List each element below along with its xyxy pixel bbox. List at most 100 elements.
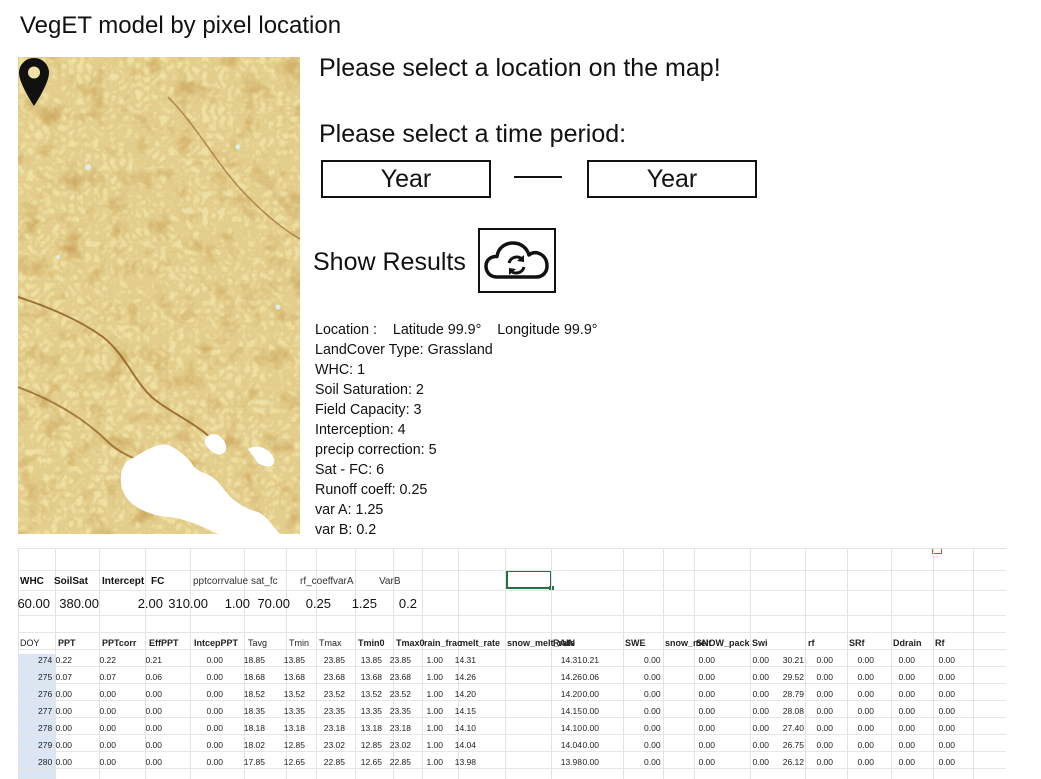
table-cell[interactable]: 0.00 bbox=[735, 723, 769, 733]
table-cell[interactable]: 1.00 bbox=[409, 689, 443, 699]
map-pin-icon[interactable] bbox=[18, 57, 50, 107]
table-cell[interactable]: 14.15 bbox=[442, 706, 476, 716]
table-cell[interactable]: 0.00 bbox=[799, 757, 833, 767]
table-cell[interactable]: 0.00 bbox=[840, 672, 874, 682]
table-cell[interactable]: 0.00 bbox=[189, 706, 223, 716]
table-cell[interactable]: 0.00 bbox=[565, 689, 599, 699]
table-cell[interactable]: 0.00 bbox=[681, 706, 715, 716]
table-cell[interactable]: 1.00 bbox=[409, 672, 443, 682]
table-cell[interactable]: 0.00 bbox=[735, 689, 769, 699]
column-header[interactable]: DOY bbox=[20, 638, 40, 648]
table-cell[interactable]: 18.68 bbox=[231, 672, 265, 682]
table-cell[interactable]: 0.00 bbox=[681, 672, 715, 682]
column-header[interactable]: PPTcorr bbox=[102, 638, 136, 648]
table-cell[interactable]: 23.85 bbox=[377, 655, 411, 665]
table-cell[interactable]: 0.00 bbox=[799, 740, 833, 750]
year-from-input[interactable]: Year bbox=[321, 160, 491, 198]
table-cell[interactable]: 0.00 bbox=[921, 723, 955, 733]
column-header[interactable]: melt_rate bbox=[460, 638, 500, 648]
table-cell[interactable]: 1.00 bbox=[409, 706, 443, 716]
table-cell[interactable]: 0.00 bbox=[128, 723, 162, 733]
table-cell[interactable]: 0.06 bbox=[128, 672, 162, 682]
table-cell[interactable]: 0.00 bbox=[840, 757, 874, 767]
column-header[interactable]: SNOW_pack bbox=[696, 638, 750, 648]
year-to-input[interactable]: Year bbox=[587, 160, 757, 198]
table-cell[interactable]: 0.00 bbox=[644, 655, 662, 665]
table-cell[interactable]: 0.00 bbox=[128, 689, 162, 699]
table-cell[interactable]: 0.00 bbox=[840, 740, 874, 750]
param-header[interactable]: WHC bbox=[20, 576, 44, 587]
table-cell[interactable]: 0.00 bbox=[735, 672, 769, 682]
table-cell[interactable]: 0.00 bbox=[644, 757, 662, 767]
param-header[interactable]: pptcorrvalue bbox=[193, 576, 248, 587]
table-cell[interactable]: 1.00 bbox=[409, 757, 443, 767]
table-cell[interactable]: 0.00 bbox=[840, 706, 874, 716]
table-cell[interactable]: 0.00 bbox=[840, 689, 874, 699]
table-cell[interactable]: 0.00 bbox=[38, 723, 72, 733]
table-cell[interactable]: 12.65 bbox=[271, 757, 305, 767]
table-cell[interactable]: 23.18 bbox=[377, 723, 411, 733]
table-cell[interactable]: 0.00 bbox=[644, 740, 662, 750]
table-cell[interactable]: 0.00 bbox=[565, 706, 599, 716]
table-cell[interactable]: 0.00 bbox=[565, 723, 599, 733]
table-cell[interactable]: 23.68 bbox=[311, 672, 345, 682]
table-cell[interactable]: 0.00 bbox=[921, 689, 955, 699]
column-header[interactable]: RAIN bbox=[553, 638, 575, 648]
table-cell[interactable]: 0.00 bbox=[189, 672, 223, 682]
table-cell[interactable]: 0.21 bbox=[565, 655, 599, 665]
table-cell[interactable]: 0.21 bbox=[128, 655, 162, 665]
table-cell[interactable]: 23.52 bbox=[311, 689, 345, 699]
table-cell[interactable]: 13.98 bbox=[442, 757, 476, 767]
column-header[interactable]: Tavg bbox=[248, 638, 267, 648]
table-cell[interactable]: 22.85 bbox=[311, 757, 345, 767]
table-cell[interactable]: 13.18 bbox=[271, 723, 305, 733]
table-cell[interactable]: 0.00 bbox=[189, 757, 223, 767]
param-header[interactable]: Intercept bbox=[102, 576, 144, 587]
table-cell[interactable]: 0.00 bbox=[128, 757, 162, 767]
table-cell[interactable]: 0.00 bbox=[799, 672, 833, 682]
column-header[interactable]: Tmin bbox=[289, 638, 309, 648]
table-cell[interactable]: 0.00 bbox=[735, 706, 769, 716]
table-cell[interactable]: 1.00 bbox=[409, 723, 443, 733]
table-cell[interactable]: 14.26 bbox=[442, 672, 476, 682]
table-cell[interactable]: 23.02 bbox=[311, 740, 345, 750]
param-header[interactable]: varA bbox=[333, 576, 354, 587]
table-cell[interactable]: 0.00 bbox=[799, 689, 833, 699]
column-header[interactable]: Ddrain bbox=[893, 638, 922, 648]
column-header[interactable]: EffPPT bbox=[149, 638, 179, 648]
table-cell[interactable]: 0.00 bbox=[881, 757, 915, 767]
table-cell[interactable]: 0.00 bbox=[881, 740, 915, 750]
column-header[interactable]: PPT bbox=[58, 638, 76, 648]
table-cell[interactable]: 0.00 bbox=[38, 706, 72, 716]
table-cell[interactable]: 14.31 bbox=[442, 655, 476, 665]
table-cell[interactable]: 0.06 bbox=[565, 672, 599, 682]
table-cell[interactable]: 14.04 bbox=[442, 740, 476, 750]
table-cell[interactable]: 0.00 bbox=[38, 689, 72, 699]
param-header[interactable]: rf_coeff bbox=[300, 576, 333, 587]
table-cell[interactable]: 0.00 bbox=[189, 655, 223, 665]
table-cell[interactable]: 18.52 bbox=[231, 689, 265, 699]
table-cell[interactable]: 0.00 bbox=[189, 740, 223, 750]
table-cell[interactable]: 23.68 bbox=[377, 672, 411, 682]
table-cell[interactable]: 13.35 bbox=[271, 706, 305, 716]
location-map[interactable] bbox=[18, 57, 300, 534]
table-cell[interactable]: 0.00 bbox=[38, 757, 72, 767]
table-cell[interactable]: 0.00 bbox=[735, 740, 769, 750]
column-header[interactable]: SRf bbox=[849, 638, 865, 648]
table-cell[interactable]: 0.00 bbox=[881, 655, 915, 665]
table-cell[interactable]: 0.00 bbox=[840, 655, 874, 665]
table-cell[interactable]: 18.35 bbox=[231, 706, 265, 716]
table-cell[interactable]: 0.00 bbox=[82, 740, 116, 750]
table-cell[interactable]: 1.00 bbox=[409, 740, 443, 750]
table-cell[interactable]: 0.07 bbox=[38, 672, 72, 682]
table-cell[interactable]: 0.00 bbox=[189, 723, 223, 733]
table-cell[interactable]: 13.68 bbox=[271, 672, 305, 682]
table-cell[interactable]: 0.00 bbox=[799, 723, 833, 733]
table-cell[interactable]: 0.00 bbox=[881, 723, 915, 733]
table-cell[interactable]: 0.00 bbox=[128, 706, 162, 716]
table-cell[interactable]: 0.00 bbox=[921, 655, 955, 665]
param-header[interactable]: FC bbox=[151, 576, 164, 587]
table-cell[interactable]: 0.00 bbox=[840, 723, 874, 733]
table-cell[interactable]: 0.00 bbox=[644, 723, 662, 733]
table-cell[interactable]: 13.52 bbox=[271, 689, 305, 699]
